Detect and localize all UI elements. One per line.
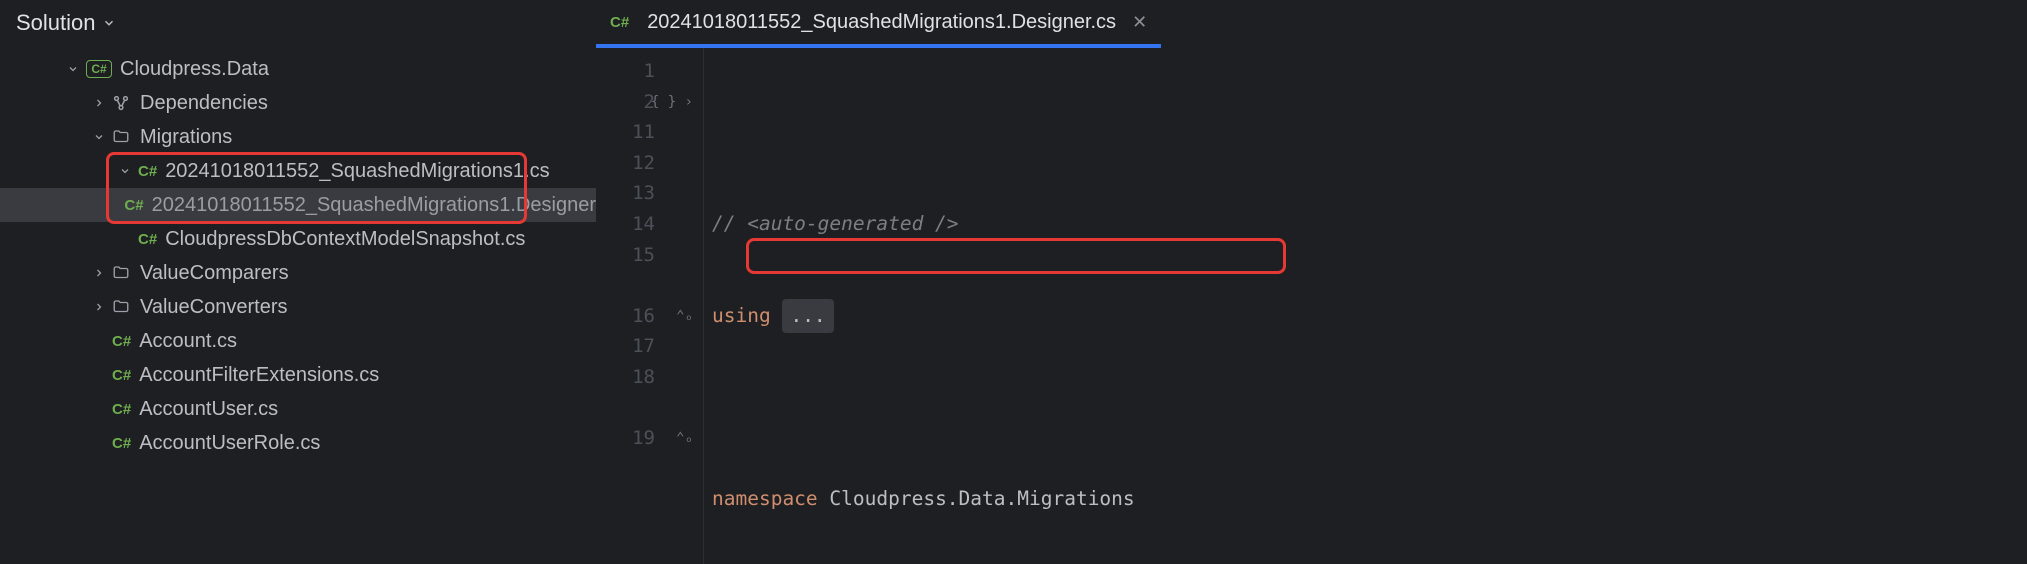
chevron-right-icon [86, 97, 112, 109]
tree-item-designer-file[interactable]: C# 20241018011552_SquashedMigrations1.De… [0, 188, 596, 222]
folder-icon [112, 128, 132, 146]
line-number: 18 [596, 362, 703, 393]
editor-tab[interactable]: C# 20241018011552_SquashedMigrations1.De… [596, 0, 1161, 48]
fold-marker[interactable]: { } › [651, 87, 693, 118]
csharp-project-icon: C# [86, 60, 112, 78]
chevron-down-icon [112, 165, 138, 177]
csharp-file-icon: C# [112, 400, 131, 418]
folder-icon [112, 298, 132, 316]
line-number: 14 [596, 209, 703, 240]
chevron-down-icon [60, 63, 86, 75]
line-number: 13 [596, 178, 703, 209]
code-editor: C# 20241018011552_SquashedMigrations1.De… [596, 0, 2027, 564]
fold-marker[interactable]: ⌃ₒ [676, 301, 693, 332]
line-number: 19⌃ₒ [596, 423, 703, 454]
tree-label: ValueComparers [140, 262, 289, 285]
tree-label: 20241018011552_SquashedMigrations1.Desig… [152, 194, 596, 217]
line-number: 12 [596, 148, 703, 179]
solution-tree: C# Cloudpress.Data Dependencies Migratio… [0, 50, 596, 564]
code-line: namespace Cloudpress.Data.Migrations [712, 484, 2027, 515]
csharp-file-icon: C# [112, 434, 131, 452]
tree-label: Account.cs [139, 330, 237, 353]
editor-tab-bar: C# 20241018011552_SquashedMigrations1.De… [596, 0, 2027, 48]
tree-item-project[interactable]: C# Cloudpress.Data [0, 52, 596, 86]
tree-label: AccountUser.cs [139, 398, 278, 421]
tree-label: Migrations [140, 126, 232, 149]
gutter-spacer [596, 270, 703, 301]
line-number: 1 [596, 56, 703, 87]
tree-label: AccountUserRole.cs [139, 432, 320, 455]
csharp-file-icon: C# [112, 366, 131, 384]
gutter: 1 2{ } › 11 12 13 14 15 16⌃ₒ 17 18 19⌃ₒ [596, 48, 704, 564]
line-number: 2{ } › [596, 87, 703, 118]
tree-item-valueconverters[interactable]: ValueConverters [0, 290, 596, 324]
sidebar-header[interactable]: Solution [0, 0, 596, 50]
fold-marker[interactable]: ⌃ₒ [676, 423, 693, 454]
chevron-down-icon [86, 131, 112, 143]
tree-item-valuecomparers[interactable]: ValueComparers [0, 256, 596, 290]
line-number: 17 [596, 331, 703, 362]
tree-item-migration-file[interactable]: C# 20241018011552_SquashedMigrations1.cs [0, 154, 596, 188]
solution-explorer: Solution C# Cloudpress.Data Dependenci [0, 0, 596, 564]
sidebar-title: Solution [16, 10, 96, 36]
line-number: 11 [596, 117, 703, 148]
code-line [712, 393, 2027, 424]
code-line: // <auto-generated /> [712, 209, 2027, 240]
csharp-file-icon: C# [610, 13, 629, 31]
tree-label: Dependencies [140, 92, 268, 115]
csharp-file-icon: C# [124, 196, 143, 214]
code-content[interactable]: // <auto-generated /> using ... namespac… [704, 48, 2027, 564]
editor-body[interactable]: 1 2{ } › 11 12 13 14 15 16⌃ₒ 17 18 19⌃ₒ … [596, 48, 2027, 564]
folder-icon [112, 264, 132, 282]
csharp-file-icon: C# [138, 230, 157, 248]
tree-item-accountuser[interactable]: • C# AccountUser.cs [0, 392, 596, 426]
tree-label: AccountFilterExtensions.cs [139, 364, 379, 387]
dependencies-icon [112, 94, 132, 112]
tree-item-account[interactable]: • C# Account.cs [0, 324, 596, 358]
code-line: using ... [712, 301, 2027, 332]
chevron-right-icon [86, 267, 112, 279]
tree-label: CloudpressDbContextModelSnapshot.cs [165, 228, 525, 251]
tree-item-accountuserrole[interactable]: • C# AccountUserRole.cs [0, 426, 596, 460]
csharp-file-icon: C# [138, 162, 157, 180]
chevron-right-icon [86, 301, 112, 313]
tree-label: ValueConverters [140, 296, 287, 319]
tab-label: 20241018011552_SquashedMigrations1.Desig… [647, 11, 1116, 34]
fold-pill: ... [782, 299, 833, 334]
tree-item-accountfilterext[interactable]: • C# AccountFilterExtensions.cs [0, 358, 596, 392]
gutter-spacer [596, 393, 703, 424]
close-icon[interactable]: ✕ [1132, 12, 1147, 33]
tree-item-migrations[interactable]: Migrations [0, 120, 596, 154]
tree-item-dependencies[interactable]: Dependencies [0, 86, 596, 120]
line-number: 16⌃ₒ [596, 301, 703, 332]
tree-label: 20241018011552_SquashedMigrations1.cs [165, 160, 549, 183]
tree-item-snapshot[interactable]: • C# CloudpressDbContextModelSnapshot.cs [0, 222, 596, 256]
line-number: 15 [596, 240, 703, 271]
csharp-file-icon: C# [112, 332, 131, 350]
project-label: Cloudpress.Data [120, 58, 269, 81]
chevron-down-icon [102, 16, 116, 30]
